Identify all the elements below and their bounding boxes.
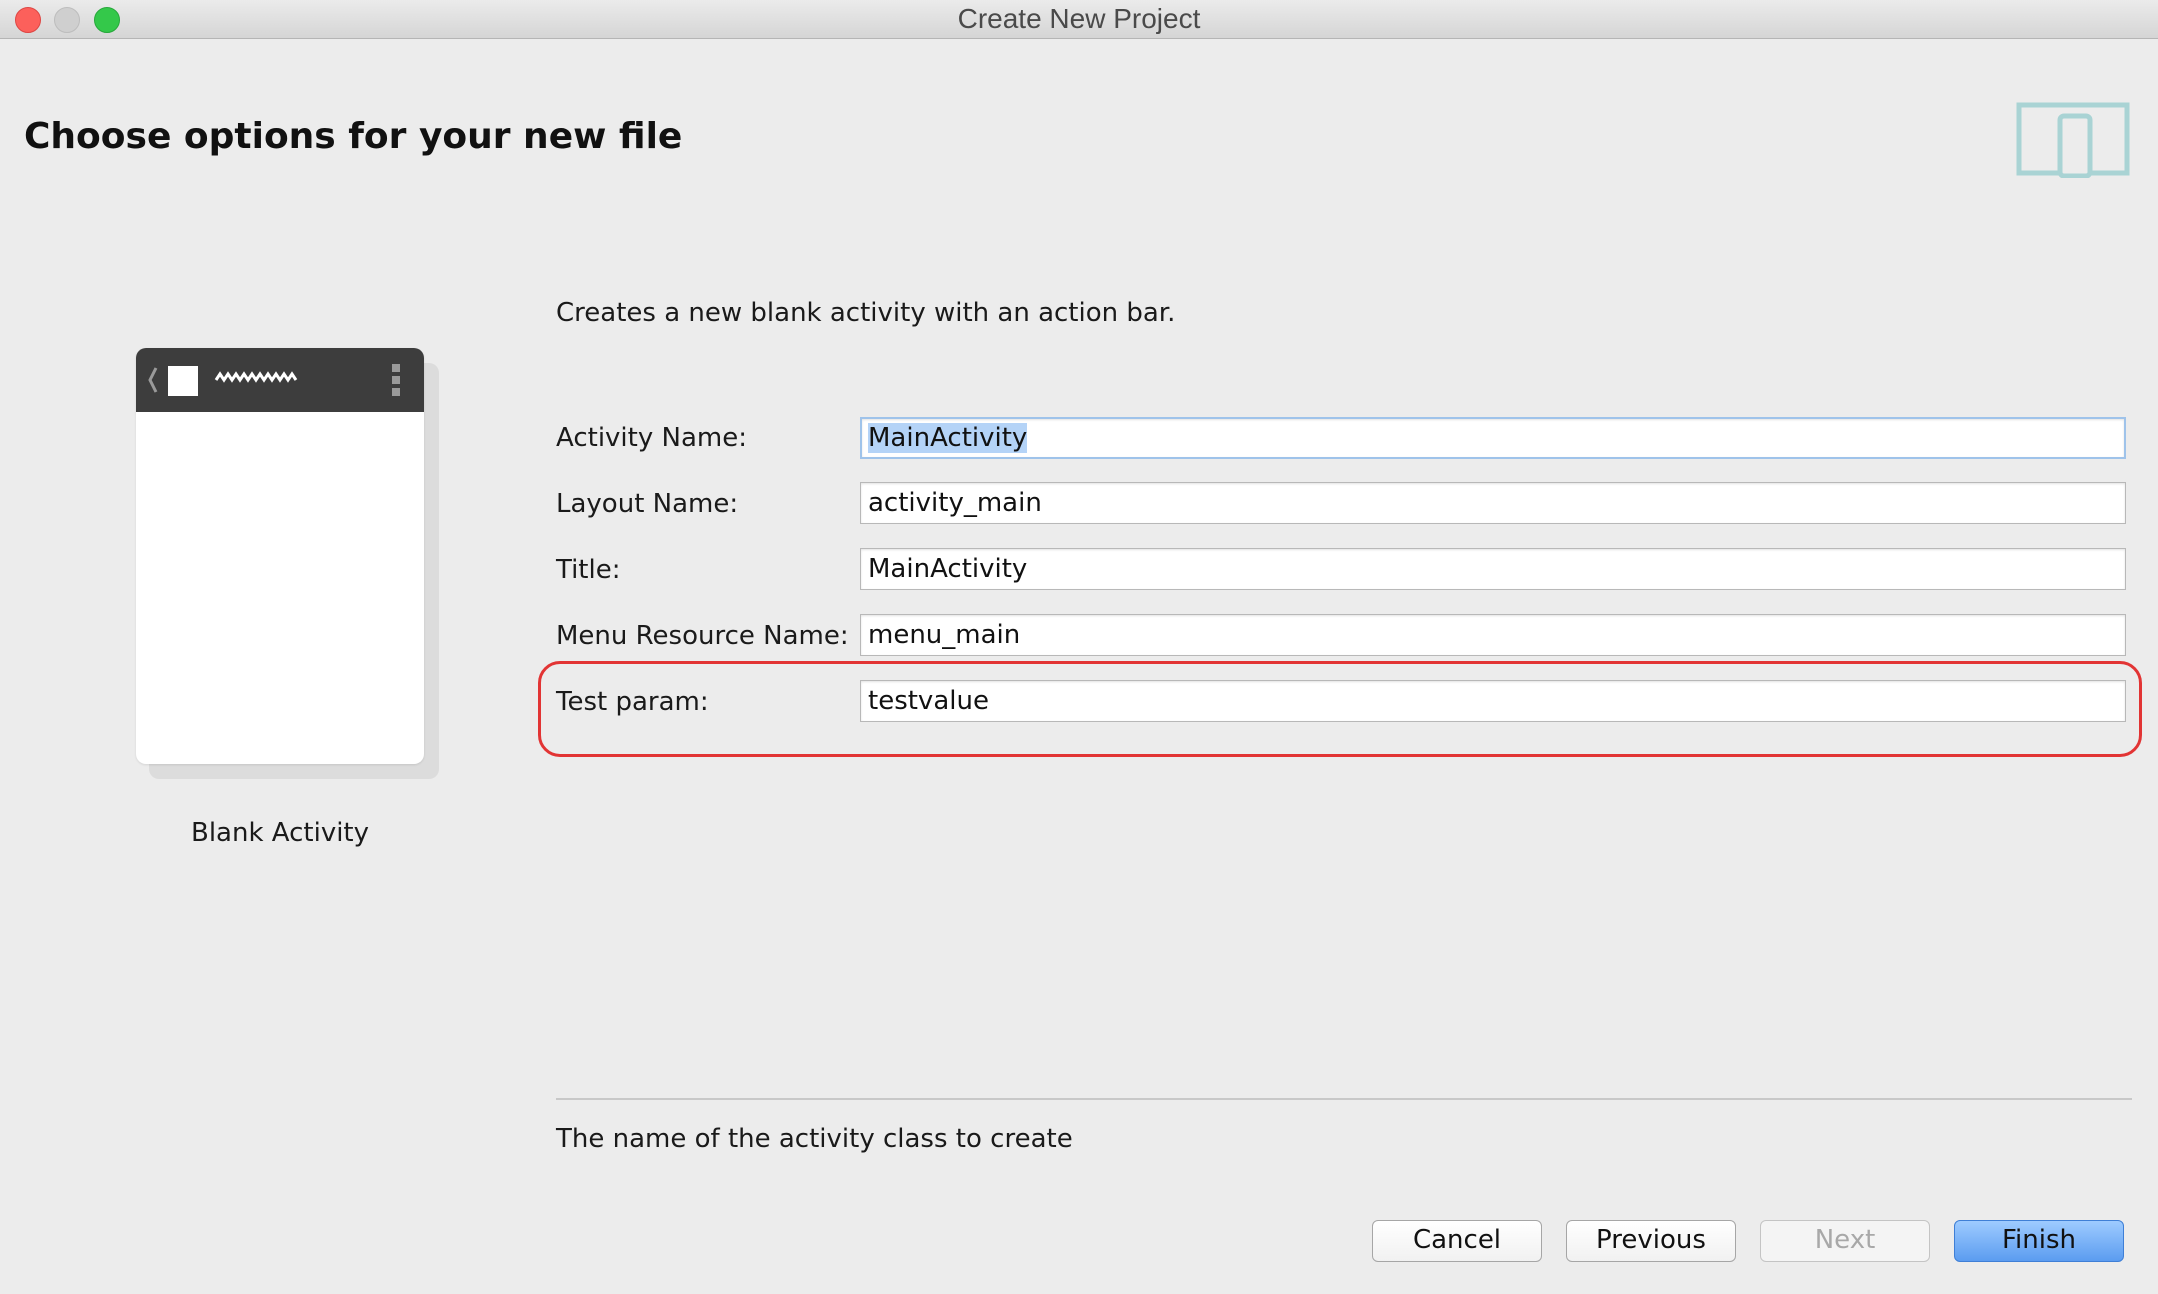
cancel-button[interactable]: Cancel <box>1372 1220 1542 1262</box>
template-name: Blank Activity <box>190 818 370 848</box>
previous-button[interactable]: Previous <box>1566 1220 1736 1262</box>
highlight-annotation <box>538 661 2142 757</box>
next-button[interactable]: Next <box>1760 1220 1930 1262</box>
title-input[interactable]: MainActivity <box>860 548 2126 590</box>
preview-action-bar <box>136 348 424 412</box>
menu-resource-name-input[interactable]: menu_main <box>860 614 2126 656</box>
layout-name-input[interactable]: activity_main <box>860 482 2126 524</box>
back-chevron-icon <box>148 367 158 393</box>
finish-button[interactable]: Finish <box>1954 1220 2124 1262</box>
help-text: The name of the activity class to create <box>556 1124 1073 1154</box>
template-preview <box>136 348 424 764</box>
overflow-menu-icon <box>392 364 400 396</box>
selected-text: MainActivity <box>868 423 1028 453</box>
title-squiggle <box>214 371 298 383</box>
activity-name-input[interactable]: MainActivity <box>860 417 2126 459</box>
app-icon <box>168 366 198 396</box>
menu-resource-name-label: Menu Resource Name: <box>556 621 849 651</box>
page-title: Choose options for your new file <box>24 116 683 157</box>
activity-name-label: Activity Name: <box>556 423 747 453</box>
title-bar: Create New Project <box>0 0 2158 39</box>
device-outline-icon <box>2016 102 2130 178</box>
layout-name-label: Layout Name: <box>556 489 739 519</box>
template-description: Creates a new blank activity with an act… <box>556 298 1176 328</box>
divider <box>556 1098 2132 1100</box>
window-title: Create New Project <box>957 3 1201 34</box>
title-label: Title: <box>556 555 621 585</box>
